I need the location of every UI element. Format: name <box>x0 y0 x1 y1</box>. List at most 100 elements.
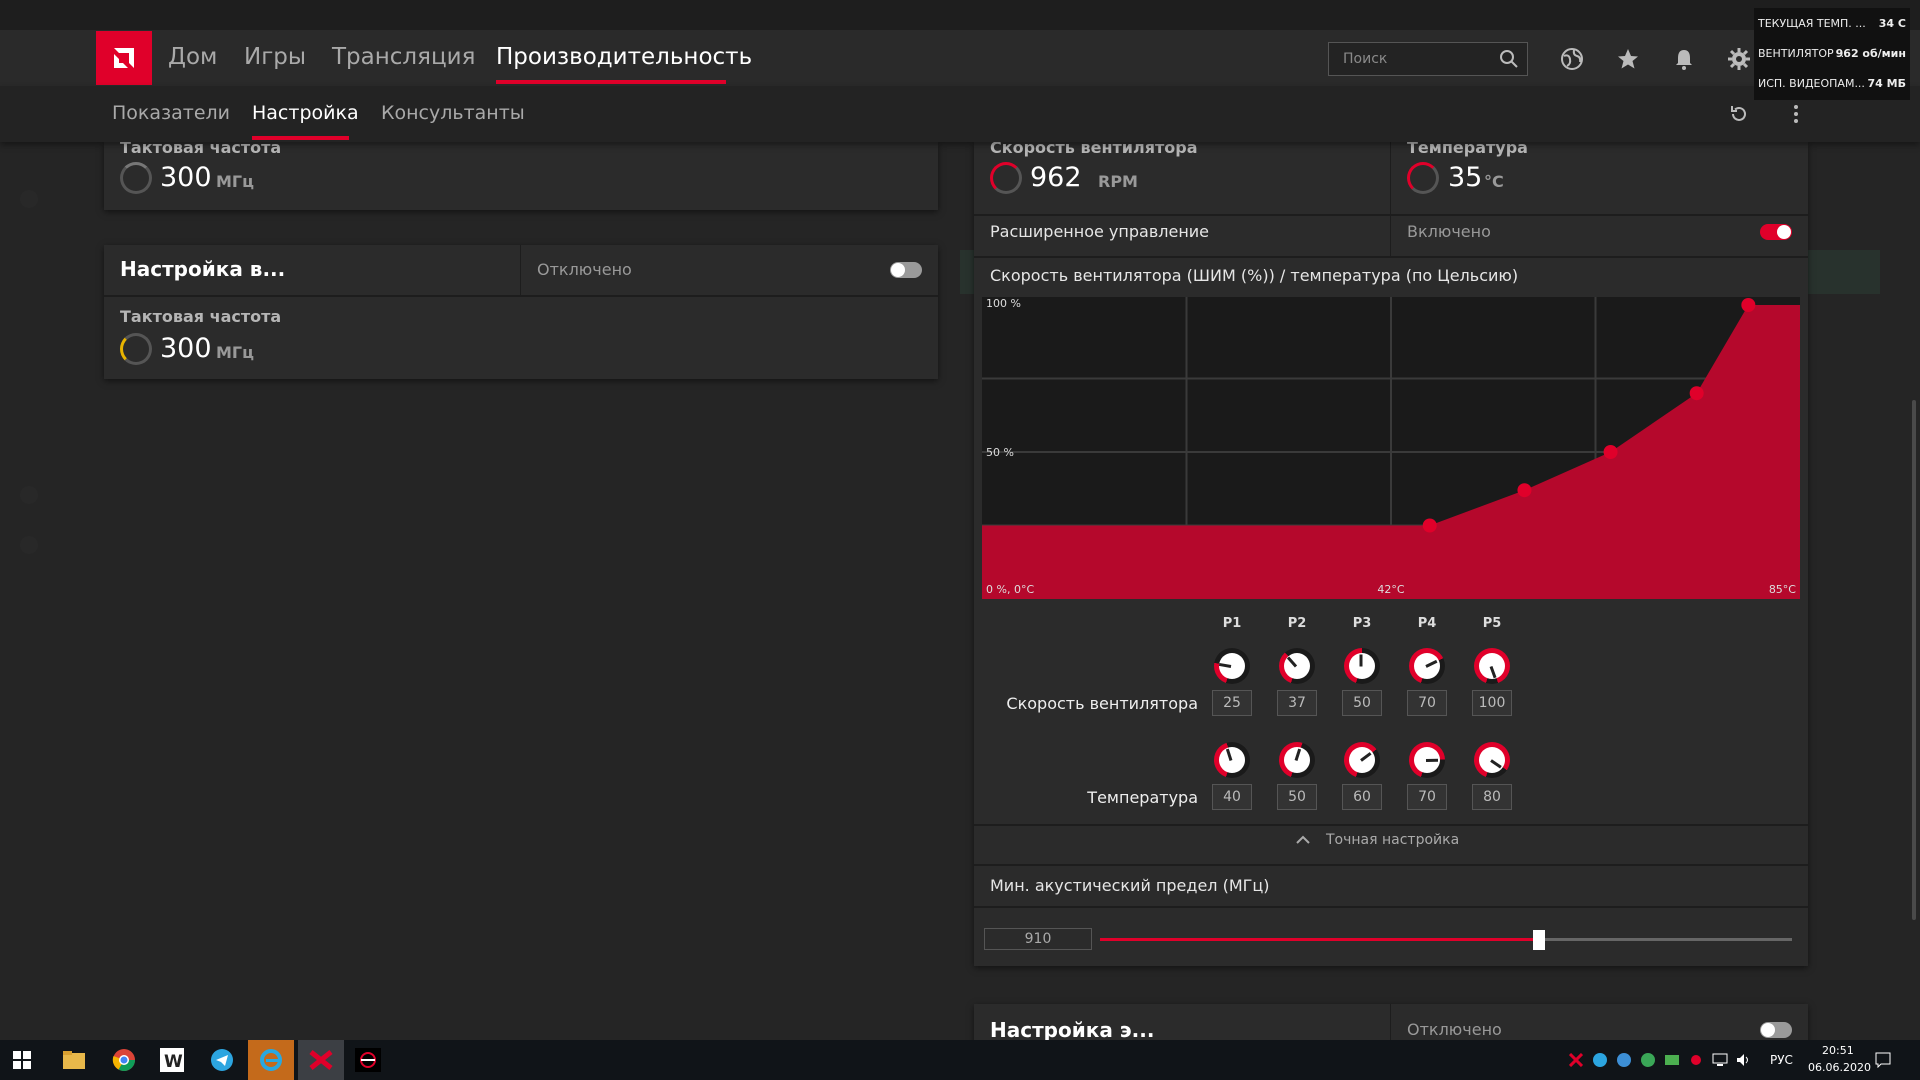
y-tick-label: 50 % <box>986 446 1014 459</box>
gear-icon[interactable] <box>1726 46 1752 72</box>
fan-value-input[interactable]: 70 <box>1407 690 1447 716</box>
acoustic-limit-input[interactable]: 910 <box>984 928 1092 950</box>
fan-curve-point[interactable] <box>1517 483 1532 498</box>
tuning-state: Отключено <box>537 260 632 279</box>
bell-icon[interactable] <box>1671 46 1697 72</box>
fan-value-input[interactable]: 50 <box>1342 690 1382 716</box>
page-scrollbar[interactable] <box>1912 400 1916 920</box>
fine-tune-toggle[interactable]: Точная настройка <box>1296 832 1459 848</box>
globe-icon[interactable] <box>1559 46 1585 72</box>
amd-logo-icon[interactable] <box>96 31 152 85</box>
bottom-card-toggle[interactable] <box>1760 1022 1792 1038</box>
fan-curve-point[interactable] <box>1422 518 1437 533</box>
point-label: P4 <box>1417 616 1437 631</box>
slider-fill <box>1100 938 1540 941</box>
fan-curve-point[interactable] <box>1689 386 1704 401</box>
point-label: P3 <box>1352 616 1372 631</box>
fan-value-input[interactable]: 37 <box>1277 690 1317 716</box>
fan-curve-point[interactable] <box>1741 298 1756 312</box>
advanced-control-state: Включено <box>1407 222 1491 241</box>
volume-icon[interactable] <box>1734 1044 1754 1076</box>
tray-app-icon[interactable] <box>1638 1044 1658 1076</box>
tuning-title: Настройка в... <box>120 257 286 281</box>
clock-card-top: Тактовая частота 300 МГц <box>104 138 938 210</box>
tab-advisors[interactable]: Консультанты <box>381 102 525 124</box>
overlay-row: ВЕНТИЛЯТОР ... 962 об/мин <box>1758 44 1906 64</box>
temp-value-input[interactable]: 70 <box>1407 784 1447 810</box>
amd-tray-icon[interactable] <box>1566 1044 1586 1076</box>
advanced-control-toggle[interactable] <box>1760 224 1792 240</box>
tray-app-icon[interactable] <box>1662 1044 1682 1076</box>
fan-speed-knob[interactable] <box>1344 648 1380 684</box>
notification-center-icon[interactable] <box>1868 1044 1898 1076</box>
clock-date[interactable]: 06.06.2020 <box>1808 1061 1871 1074</box>
fan-value-input[interactable]: 100 <box>1472 690 1512 716</box>
amd-software-taskbar-icon[interactable] <box>298 1040 344 1080</box>
point-label: P5 <box>1482 616 1502 631</box>
metrics-overlay: ТЕКУЩАЯ ТЕМП. ... 34 С ВЕНТИЛЯТОР ... 96… <box>1754 8 1910 100</box>
chart-title: Скорость вентилятора (ШИМ (%)) / темпера… <box>990 266 1519 285</box>
divider <box>520 245 521 295</box>
tray-app-icon[interactable] <box>1614 1044 1634 1076</box>
fan-speed-knob[interactable] <box>1279 648 1315 684</box>
tab-metrics[interactable]: Показатели <box>112 102 230 124</box>
active-tab-indicator <box>496 80 726 84</box>
fan-speed-knob[interactable] <box>1214 648 1250 684</box>
nav-tab-streaming[interactable]: Трансляция <box>332 44 475 70</box>
divider <box>974 864 1808 866</box>
ryzen-master-icon[interactable] <box>348 1044 388 1076</box>
overlay-value: 34 С <box>1878 17 1906 30</box>
word-icon[interactable]: W <box>152 1044 192 1076</box>
windows-taskbar: W РУС 20:51 06.06.2020 <box>0 1040 1920 1080</box>
temp-value-input[interactable]: 50 <box>1277 784 1317 810</box>
acoustic-limit-slider[interactable] <box>1100 930 1792 950</box>
fan-curve-point[interactable] <box>1603 445 1618 459</box>
temperature-knob[interactable] <box>1409 742 1445 778</box>
telegram-icon[interactable] <box>202 1044 242 1076</box>
point-label: P1 <box>1222 616 1242 631</box>
temperature-knob[interactable] <box>1214 742 1250 778</box>
divider <box>974 824 1808 826</box>
fan-speed-knob[interactable] <box>1474 648 1510 684</box>
tuning-card: Настройка в... Отключено Тактовая частот… <box>104 245 938 379</box>
search-icon[interactable] <box>1499 49 1519 73</box>
nav-tab-performance[interactable]: Производительность <box>496 44 752 70</box>
fan-curve-chart[interactable]: 100 % 50 % 0 %, 0°C 42°C 85°C <box>982 297 1800 599</box>
chrome-icon[interactable] <box>104 1044 144 1076</box>
temp-value-input[interactable]: 60 <box>1342 784 1382 810</box>
temp-value-input[interactable]: 40 <box>1212 784 1252 810</box>
search-input[interactable]: Поиск <box>1328 42 1528 76</box>
tuning-toggle[interactable] <box>890 262 922 278</box>
overlay-value: 962 об/мин <box>1835 47 1906 60</box>
fan-speed-knob[interactable] <box>1409 648 1445 684</box>
fan-value-input[interactable]: 25 <box>1212 690 1252 716</box>
language-indicator[interactable]: РУС <box>1770 1053 1793 1067</box>
clock-time[interactable]: 20:51 <box>1822 1044 1854 1057</box>
x-tick-label: 42°C <box>1377 583 1404 596</box>
file-explorer-icon[interactable] <box>54 1044 94 1076</box>
telegram-tray-icon[interactable] <box>1590 1044 1610 1076</box>
slider-thumb[interactable] <box>1533 930 1546 950</box>
tab-tuning[interactable]: Настройка <box>252 102 359 124</box>
star-icon[interactable] <box>1615 46 1641 72</box>
clock-unit: МГц <box>216 343 254 362</box>
internet-explorer-icon[interactable] <box>248 1040 294 1080</box>
divider <box>974 214 1808 216</box>
clock-unit: МГц <box>216 172 254 191</box>
temperature-knob[interactable] <box>1474 742 1510 778</box>
network-icon[interactable] <box>1710 1044 1730 1076</box>
nav-tab-games[interactable]: Игры <box>244 44 306 70</box>
more-options-icon[interactable] <box>1783 101 1809 127</box>
windows-start-icon[interactable] <box>2 1044 42 1076</box>
tray-app-icon[interactable] <box>1686 1044 1706 1076</box>
nav-tab-home[interactable]: Дом <box>168 44 217 70</box>
temperature-knob[interactable] <box>1279 742 1315 778</box>
advanced-control-label: Расширенное управление <box>990 222 1210 241</box>
background-list-icon <box>20 486 38 504</box>
reset-icon[interactable] <box>1726 101 1752 127</box>
temperature-knob[interactable] <box>1344 742 1380 778</box>
temp-value-input[interactable]: 80 <box>1472 784 1512 810</box>
sub-navigation: Показатели Настройка Консультанты <box>0 86 1920 142</box>
clock-value: 300 <box>160 162 212 193</box>
temperature-value: 35 <box>1448 162 1483 193</box>
